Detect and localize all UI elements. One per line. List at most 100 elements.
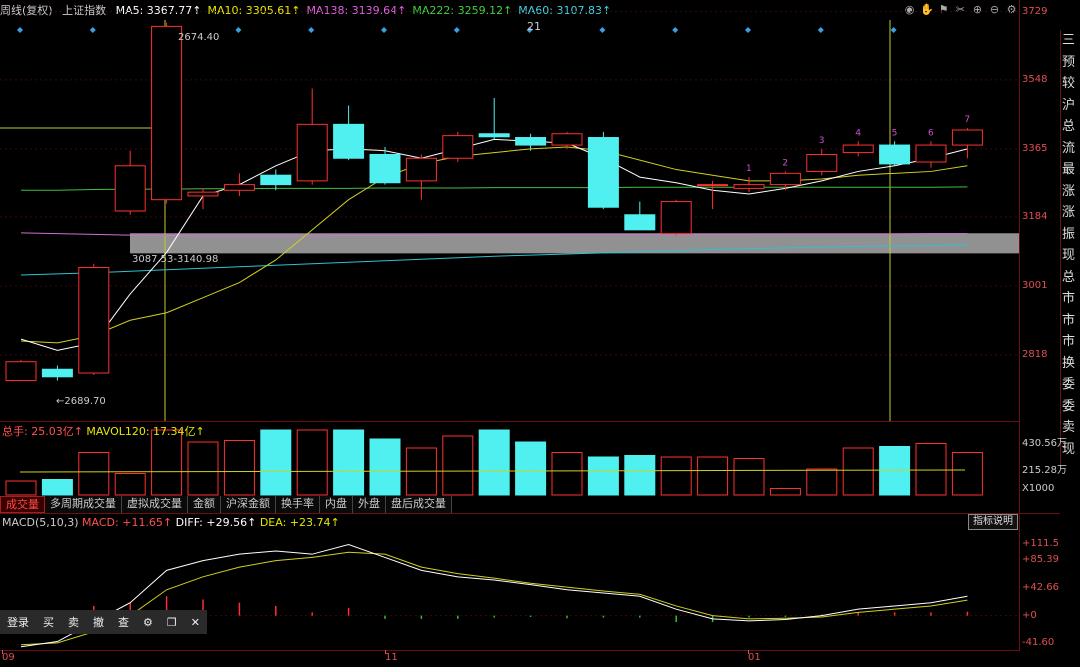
- macd-tick: -41.60: [1022, 636, 1055, 648]
- query-button[interactable]: 查: [111, 614, 136, 630]
- marker-diamond: [381, 27, 387, 33]
- candle: [587, 131, 619, 210]
- quote-panel-label: 涨: [1062, 183, 1076, 199]
- x-tick: 09: [2, 652, 15, 663]
- quote-panel-label: 换: [1062, 355, 1076, 371]
- volume-bar: [187, 441, 219, 496]
- volume-bar: [733, 458, 765, 496]
- macd-legend: MACD(5,10,3) MACD: +11.65↑ DIFF: +29.56↑…: [2, 516, 340, 529]
- quote-panel-label: 最: [1062, 162, 1076, 177]
- quote-panel-label: 委: [1062, 377, 1076, 392]
- candle-body: [515, 137, 547, 146]
- x-tick-mark: [385, 650, 386, 654]
- volume-bar: [78, 452, 110, 496]
- indicator-explain-button[interactable]: 指标说明: [968, 514, 1018, 530]
- tab-2[interactable]: 虚拟成交量: [122, 496, 188, 513]
- candle: [442, 131, 474, 163]
- candle-body: [78, 267, 110, 374]
- vol-axis-unit: X1000: [1022, 483, 1055, 494]
- close-icon[interactable]: ✕: [184, 616, 207, 629]
- macd-tick: +111.5: [1022, 537, 1060, 549]
- diff-value: DIFF: +29.56↑: [175, 516, 257, 529]
- candle-body: [733, 184, 765, 189]
- trade-toolbar: 登录买卖撤查 ⚙ ❐ ✕: [0, 610, 207, 634]
- sequence-number: 2: [782, 158, 788, 168]
- x-tick: 11: [385, 652, 398, 663]
- quote-panel-label: 较: [1062, 76, 1076, 91]
- candle: [879, 141, 911, 166]
- indicator-tabs: 成交量 多周期成交量 虚拟成交量 金额 沪深金额 换手率 内盘 外盘 盘后成交量: [0, 496, 452, 513]
- tab-4[interactable]: 沪深金额: [221, 496, 276, 513]
- marker-diamond: [672, 27, 679, 33]
- candle-body: [442, 135, 474, 159]
- candle-body: [587, 137, 619, 208]
- candle-body: [369, 153, 401, 184]
- volume-bar: [260, 429, 292, 496]
- buy-button[interactable]: 买: [36, 614, 61, 630]
- candlestick-chart[interactable]: 2674.40←2689.703087.53-3140.98211234 5 67: [0, 0, 1020, 422]
- candle-body: [151, 25, 183, 201]
- quote-panel-label: 市: [1062, 291, 1076, 306]
- tab-3[interactable]: 金额: [188, 496, 221, 513]
- candle-body: [842, 144, 874, 154]
- volume-bar: [806, 468, 838, 496]
- tab-0[interactable]: 成交量: [0, 496, 45, 513]
- marker-diamond: [235, 27, 242, 33]
- cancel-order-button[interactable]: 撤: [86, 614, 111, 630]
- macd-tick: +0: [1022, 609, 1037, 621]
- candle: [951, 128, 983, 159]
- volume-bar: [114, 473, 146, 496]
- price-tick: 3365: [1022, 142, 1048, 154]
- volume-legend: 总手: 25.03亿↑ MAVOL120: 17.34亿↑: [2, 423, 205, 439]
- candle: [41, 365, 73, 381]
- candle: [78, 263, 110, 375]
- price-axis-border: [1019, 0, 1020, 650]
- candle-body: [879, 144, 911, 165]
- sell-button[interactable]: 卖: [61, 614, 86, 630]
- candle: [697, 180, 729, 210]
- quote-panel-label: 市: [1062, 312, 1076, 328]
- right-panel-border: [1060, 30, 1061, 467]
- x-axis-border: [0, 650, 1020, 651]
- quote-panel-label: 预: [1062, 54, 1076, 70]
- candle-body: [769, 172, 801, 186]
- window-icon[interactable]: ❐: [160, 616, 184, 629]
- candle-body: [951, 129, 983, 146]
- candle: [5, 359, 37, 382]
- tab-8[interactable]: 盘后成交量: [386, 496, 452, 513]
- tab-1[interactable]: 多周期成交量: [45, 496, 122, 513]
- candle: [296, 88, 328, 185]
- candle: [806, 148, 838, 176]
- candle-body: [41, 368, 73, 378]
- login-button[interactable]: 登录: [0, 614, 36, 630]
- tab-7[interactable]: 外盘: [353, 496, 386, 513]
- volume-bar: [478, 429, 510, 496]
- quote-panel-label: 沪: [1062, 97, 1076, 113]
- tab-5[interactable]: 换手率: [276, 496, 320, 513]
- candle-body: [624, 214, 656, 231]
- volume-bar: [951, 452, 983, 496]
- price-tick: 3001: [1022, 279, 1048, 291]
- price-tick: 3729: [1022, 5, 1048, 17]
- volume-bar: [5, 480, 37, 496]
- macd-tick: +42.66: [1022, 582, 1060, 594]
- candle: [187, 188, 219, 210]
- macd-tick: +85.39: [1022, 554, 1060, 566]
- volume-bar: [624, 455, 656, 496]
- vol-axis-mid: 215.28万: [1022, 465, 1067, 476]
- settings-icon[interactable]: ⚙: [136, 616, 160, 629]
- tab-6[interactable]: 内盘: [320, 496, 353, 513]
- candle: [260, 169, 292, 191]
- marker-diamond: [599, 27, 606, 33]
- quote-panel-label: 涨: [1062, 205, 1076, 220]
- quote-panel-label: 委: [1062, 398, 1076, 414]
- quote-panel-label: 总: [1062, 119, 1076, 134]
- volume-bar: [151, 429, 183, 496]
- candle-body: [915, 144, 947, 163]
- volume-bar: [515, 441, 547, 496]
- volume-total: 总手: 25.03亿↑: [2, 425, 83, 438]
- sequence-number: 6: [928, 128, 934, 138]
- candle-body: [223, 184, 255, 191]
- quote-panel-label: 流: [1062, 140, 1076, 156]
- marker-diamond: [308, 27, 315, 33]
